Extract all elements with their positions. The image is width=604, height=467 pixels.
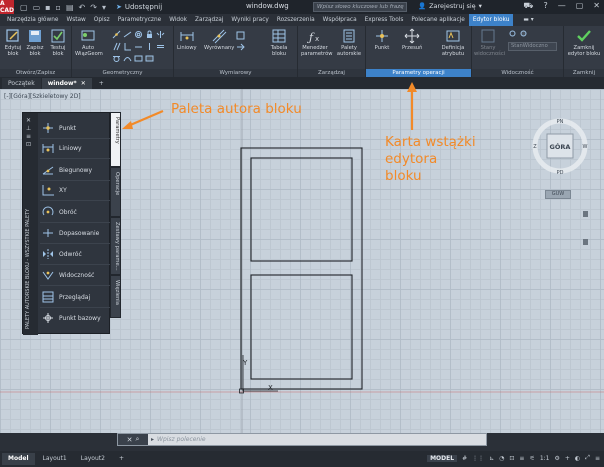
fullscreen-icon[interactable]: ⤢	[585, 454, 590, 462]
ribbon-arrow-head	[407, 82, 417, 92]
annotation-ribbon-line-2: edytora	[385, 151, 438, 167]
palette-arrow-line	[127, 109, 164, 128]
polar-icon[interactable]: ◔	[499, 455, 504, 462]
annotation-ribbon-line-1: Karta wstążki	[385, 134, 476, 150]
viewcube[interactable]: GÓRA PN PD Z W	[530, 114, 590, 188]
search-icon[interactable]: ⌕	[135, 435, 139, 444]
layout-tab-layout1[interactable]: Layout1	[37, 453, 73, 465]
grid-icon[interactable]: #	[462, 455, 467, 462]
ortho-icon[interactable]: ⊾	[489, 455, 494, 462]
wcs-menu[interactable]: GUW	[545, 190, 571, 199]
prompt-icon: ▸	[151, 436, 155, 443]
palette-arrow-head	[122, 121, 133, 129]
annotation-palette: Paleta autora bloku	[171, 101, 302, 117]
annotation-ribbon-line-3: bloku	[385, 168, 422, 184]
command-line: ✕ ⌕ ▸ Wpisz polecenie	[117, 433, 487, 446]
command-input[interactable]: Wpisz polecenie	[157, 436, 206, 443]
add-layout-button[interactable]: +	[113, 453, 130, 465]
isolate-icon[interactable]: ◐	[575, 455, 580, 462]
annotation-ribbon: Karta wstążki edytora bloku	[385, 134, 476, 185]
customize-icon[interactable]: ≡	[595, 455, 600, 462]
compass-north: PN	[557, 119, 564, 125]
workspace-icon[interactable]: ⚙	[554, 455, 559, 462]
snap-icon[interactable]: ⋮⋮	[472, 455, 484, 462]
annotation-icon[interactable]: ⚟	[529, 455, 534, 462]
status-bar: Model Layout1 Layout2 + MODEL # ⋮⋮ ⊾ ◔ ⊡…	[0, 451, 604, 467]
plus-icon: +	[118, 455, 124, 462]
command-line-controls: ✕ ⌕	[118, 434, 148, 445]
viewcube-face-label: GÓRA	[550, 142, 571, 151]
compass-south: PD	[557, 170, 564, 176]
lineweight-icon[interactable]: ≡	[519, 455, 524, 462]
compass-east: W	[583, 144, 588, 150]
layout-tab-model[interactable]: Model	[2, 453, 35, 465]
scale-label[interactable]: 1:1	[540, 455, 550, 462]
annotation-arrows	[122, 82, 417, 130]
plus-icon[interactable]: +	[565, 455, 570, 462]
layout-tab-layout2[interactable]: Layout2	[75, 453, 111, 465]
close-icon[interactable]: ✕	[127, 436, 133, 444]
status-toggles: MODEL # ⋮⋮ ⊾ ◔ ⊡ ≡ ⚟ 1:1 ⚙ + ◐ ⤢ ≡	[427, 454, 600, 462]
model-space-toggle[interactable]: MODEL	[427, 454, 458, 462]
osnap-icon[interactable]: ⊡	[509, 455, 514, 462]
compass-west: Z	[533, 144, 537, 150]
